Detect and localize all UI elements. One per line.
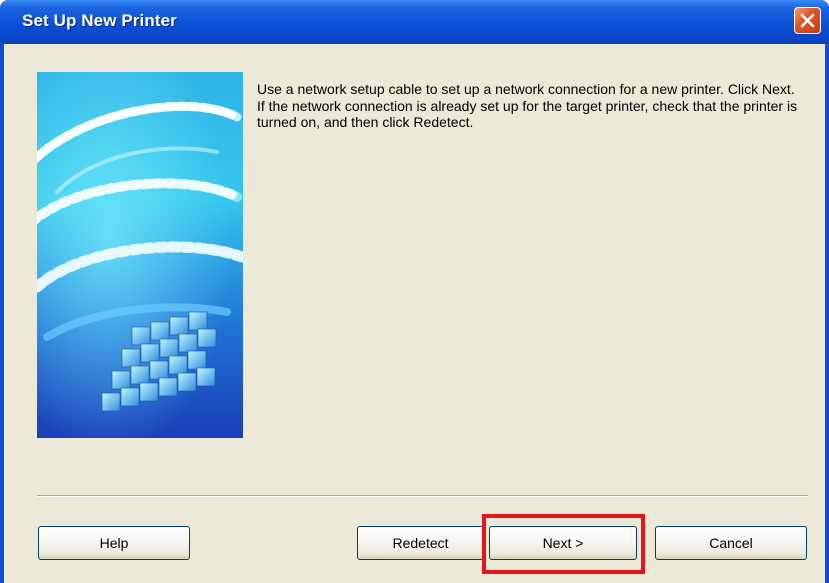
next-button[interactable]: Next > — [489, 526, 637, 560]
close-button[interactable] — [794, 7, 821, 34]
button-separator — [37, 495, 808, 497]
help-button[interactable]: Help — [38, 526, 190, 560]
title-bar[interactable]: Set Up New Printer — [0, 0, 829, 44]
printer-banner-image — [37, 72, 243, 438]
redetect-button[interactable]: Redetect — [357, 526, 484, 560]
close-icon — [800, 13, 815, 28]
setup-printer-dialog: Set Up New Printer Use a network setup c… — [0, 0, 829, 583]
instruction-line-next: Use a network setup cable to set up a ne… — [257, 81, 795, 97]
dialog-body: Use a network setup cable to set up a ne… — [4, 44, 825, 583]
instruction-line-redetect: If the network connection is already set… — [257, 97, 798, 131]
cancel-button[interactable]: Cancel — [655, 526, 807, 560]
instruction-text: Use a network setup cable to set up a ne… — [257, 81, 812, 131]
window-title: Set Up New Printer — [22, 11, 177, 30]
